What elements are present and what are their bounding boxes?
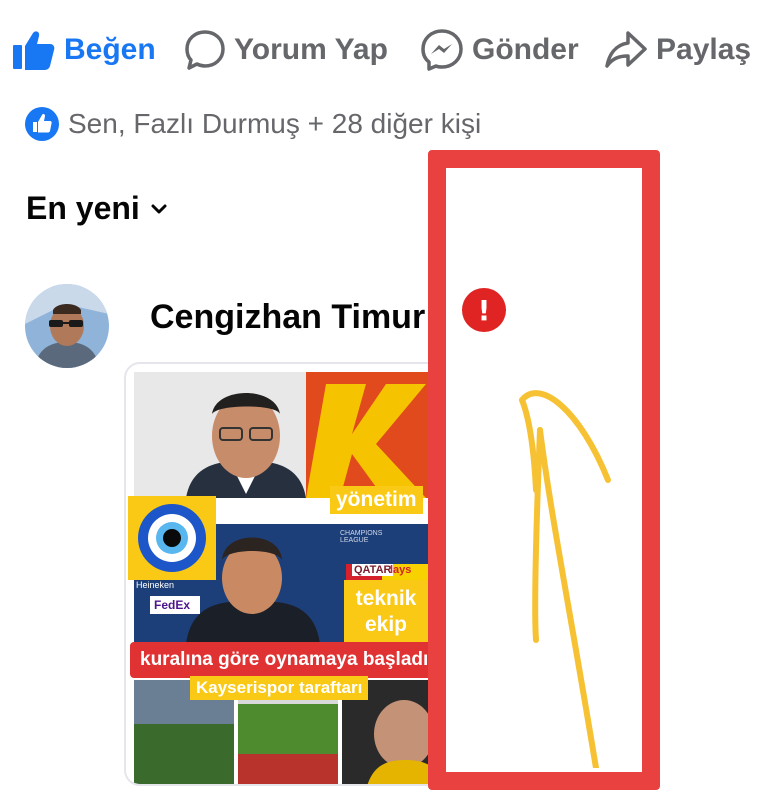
- label-sponsor-fedex: FedEx: [154, 598, 191, 612]
- label-sponsor-qatar: QATAR: [352, 564, 394, 576]
- label-banner: kuralına göre oynamaya başladık: [130, 642, 456, 678]
- label-tech-line2: ekip: [364, 613, 408, 636]
- sort-label: En yeni: [26, 190, 140, 226]
- share-arrow-icon: [605, 31, 647, 68]
- share-label: Paylaş: [656, 33, 752, 66]
- comment-author-name[interactable]: Cengizhan Timur: [150, 298, 425, 337]
- label-management: yönetim: [330, 486, 423, 514]
- comment-label: Yorum Yap: [234, 33, 388, 66]
- comment-bubble-icon: [185, 30, 225, 70]
- reactions-text: Sen, Fazlı Durmuş + 28 diğer kişi: [68, 108, 482, 139]
- comment-image[interactable]: yönetim QATAR FedEx Heineken lays CHAMPI…: [124, 362, 458, 786]
- like-button[interactable]: Beğen: [12, 22, 156, 78]
- alert-icon[interactable]: !: [462, 288, 506, 332]
- messenger-icon: [421, 29, 463, 71]
- send-label: Gönder: [472, 33, 579, 66]
- send-button[interactable]: Gönder: [420, 22, 579, 78]
- label-sponsor-lays: lays: [390, 564, 412, 576]
- comment-button[interactable]: Yorum Yap: [184, 22, 388, 78]
- avatar-photo: [25, 284, 109, 368]
- evil-eye-icon: [128, 496, 216, 580]
- reactions-summary[interactable]: Sen, Fazlı Durmuş + 28 diğer kişi: [24, 106, 481, 142]
- alert-symbol: !: [477, 293, 491, 327]
- share-button[interactable]: Paylaş: [604, 22, 751, 78]
- avatar[interactable]: [25, 284, 109, 368]
- label-sponsor-heineken: Heineken: [136, 580, 175, 590]
- label-tech-team: teknik ekip: [344, 580, 428, 644]
- label-league: CHAMPIONS LEAGUE: [340, 530, 383, 544]
- like-badge-icon: [25, 107, 59, 141]
- chevron-down-icon: [151, 204, 167, 213]
- label-tech-line1: teknik: [355, 587, 417, 610]
- thumbs-up-icon: [13, 31, 55, 70]
- comment-sort-dropdown[interactable]: En yeni: [26, 190, 170, 227]
- like-label: Beğen: [64, 33, 156, 66]
- label-fans: Kayserispor taraftarı: [190, 676, 369, 700]
- annotation-arrow-icon: [519, 390, 611, 768]
